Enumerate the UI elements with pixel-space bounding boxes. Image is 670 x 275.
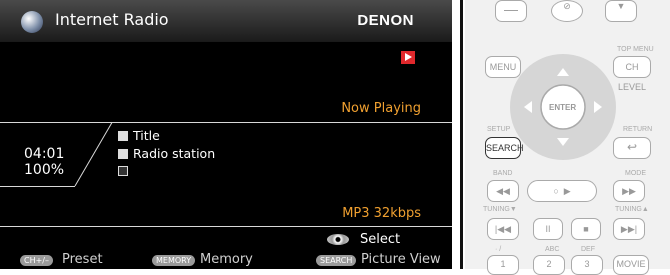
- select-label: Select: [360, 232, 401, 247]
- memory-key: MEMORY: [152, 255, 196, 266]
- memory-label: Memory: [200, 252, 253, 267]
- divider-bottom: [0, 226, 452, 227]
- note-icon: [118, 131, 128, 141]
- info-bracket: [0, 122, 113, 187]
- select-wheel-icon: [327, 234, 349, 245]
- rewind-button[interactable]: ◀◀: [487, 180, 519, 202]
- key-1-button[interactable]: 1: [487, 255, 519, 275]
- bitrate-label: MP3 32kbps: [342, 206, 421, 221]
- movie-button[interactable]: MOVIE: [613, 255, 649, 275]
- album-art-icon: [118, 166, 128, 176]
- setup-label: SETUP: [487, 126, 511, 133]
- separator-line: [460, 0, 463, 269]
- station-name: Radio station: [133, 146, 216, 161]
- pause-button[interactable]: II: [533, 218, 563, 240]
- ch-level-button[interactable]: CH LEVEL: [613, 56, 651, 92]
- key1-sub-label: · /: [495, 246, 502, 253]
- play-indicator-icon: [401, 51, 415, 64]
- minus-button[interactable]: —: [495, 0, 527, 22]
- key-2-button[interactable]: 2: [533, 255, 565, 275]
- page-title: Internet Radio: [55, 10, 169, 29]
- progress-percent: 100%: [24, 162, 65, 178]
- fast-forward-button[interactable]: ▶▶: [613, 180, 645, 202]
- tv-screen: Internet Radio DENON Now Playing 04:01 1…: [0, 0, 452, 269]
- brand-logo: DENON: [357, 12, 414, 29]
- mode-label: MODE: [625, 170, 646, 177]
- key2-sub-label: ABC: [545, 246, 560, 253]
- globe-icon: [21, 11, 43, 33]
- header-bar: Internet Radio DENON: [0, 0, 452, 42]
- play-button[interactable]: ○ ▶: [527, 180, 597, 202]
- picture-view-label: Picture View: [361, 252, 441, 267]
- remote-control: — ⊘ ▼ TOP MENU MENU CH LEVEL ENTER SETUP…: [465, 0, 670, 275]
- top-menu-label: TOP MENU: [617, 46, 654, 53]
- track-title: Title: [133, 128, 160, 143]
- search-key: SEARCH: [316, 255, 357, 266]
- band-label: BAND: [493, 170, 513, 177]
- playback-time: 04:01: [24, 146, 65, 162]
- enter-label: ENTER: [549, 103, 577, 112]
- mute-button[interactable]: ⊘: [551, 0, 583, 22]
- down-button[interactable]: ▼: [605, 0, 637, 22]
- stop-button[interactable]: ■: [571, 218, 601, 240]
- prev-track-button[interactable]: |◀◀: [487, 218, 519, 240]
- now-playing-status: Now Playing: [341, 101, 421, 116]
- next-track-button[interactable]: ▶▶|: [613, 218, 645, 240]
- tuning-down-label: TUNING▼: [483, 206, 517, 213]
- return-button[interactable]: ↩: [613, 137, 651, 159]
- key-3-button[interactable]: 3: [571, 255, 603, 275]
- station-icon: [118, 149, 128, 159]
- preset-key: CH+/–: [20, 255, 53, 266]
- return-label: RETURN: [623, 126, 653, 133]
- key3-sub-label: DEF: [581, 246, 595, 253]
- search-button[interactable]: SEARCH: [485, 137, 524, 159]
- tuning-up-label: TUNING▲: [615, 206, 649, 213]
- preset-label: Preset: [62, 252, 103, 267]
